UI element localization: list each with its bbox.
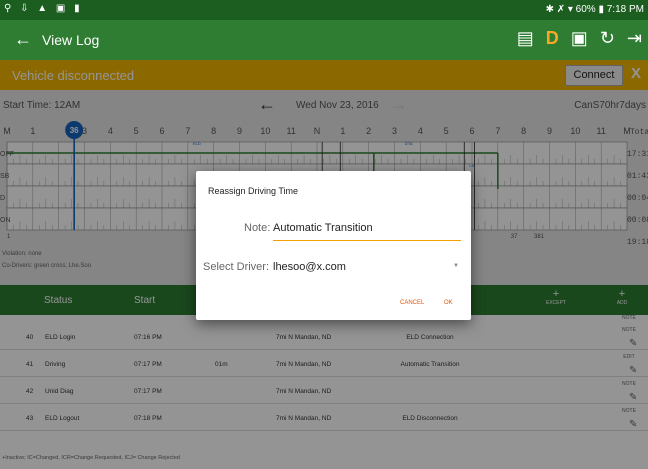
note-label: Note: xyxy=(244,222,271,234)
dropdown-caret-icon[interactable]: ▼ xyxy=(453,263,459,269)
status-bar: ⚲ ⇩ ▲ ▣ ▮ ✱ ✗ ▾ 60% ▮ 7:18 PM xyxy=(0,0,648,20)
dialog-title: Reassign Driving Time xyxy=(208,186,299,196)
app-bar: ← View Log ▤ D ▣ ↻ ⇥ xyxy=(0,20,648,60)
messages-icon[interactable]: ▤ xyxy=(517,28,534,49)
select-driver-label: Select Driver: xyxy=(203,261,270,273)
note-field[interactable]: Automatic Transition xyxy=(273,222,461,241)
logout-icon[interactable]: ⇥ xyxy=(627,28,642,49)
back-arrow-icon[interactable]: ← xyxy=(14,29,32,50)
cancel-button[interactable]: CANCEL xyxy=(400,300,424,306)
system-status: ✱ ✗ ▾ 60% ▮ 7:18 PM xyxy=(545,4,644,15)
duty-status-d-icon[interactable]: D xyxy=(546,28,559,49)
refresh-icon[interactable]: ↻ xyxy=(600,28,615,49)
driver-select[interactable]: lhesoo@x.com xyxy=(273,261,346,273)
reassign-driving-time-dialog: Reassign Driving Time Note: Automatic Tr… xyxy=(196,171,471,320)
app-bar-actions: ▤ D ▣ ↻ ⇥ xyxy=(517,28,642,49)
page-title: View Log xyxy=(42,32,100,48)
ok-button[interactable]: OK xyxy=(444,300,453,306)
notification-icons: ⚲ ⇩ ▲ ▣ ▮ xyxy=(4,3,83,14)
inspection-icon[interactable]: ▣ xyxy=(571,28,588,49)
